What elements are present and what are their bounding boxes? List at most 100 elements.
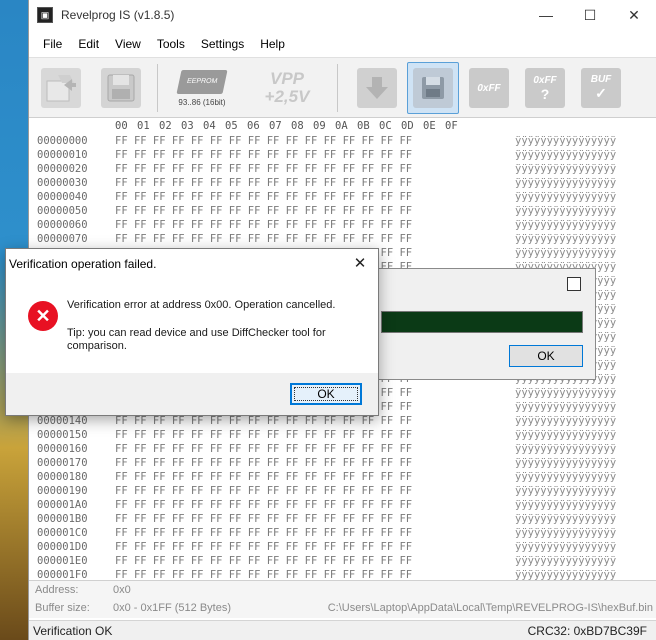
hex-row[interactable]: 00000020 FF FF FF FF FF FF FF FF FF FF FF… — [29, 162, 656, 176]
hex-row[interactable]: 00000070 FF FF FF FF FF FF FF FF FF FF FF… — [29, 232, 656, 246]
hex-row-ascii[interactable]: ÿÿÿÿÿÿÿÿÿÿÿÿÿÿÿÿ — [515, 386, 616, 400]
hex-row-ascii[interactable]: ÿÿÿÿÿÿÿÿÿÿÿÿÿÿÿÿ — [515, 484, 616, 498]
read-device-button[interactable] — [351, 62, 403, 114]
hex-column-label: 0B — [357, 120, 370, 132]
hex-column-header: 00 01 02 03 04 05 06 07 08 09 0A 0B 0C 0D 0E 0F — [29, 118, 656, 134]
hex-row-ascii[interactable]: ÿÿÿÿÿÿÿÿÿÿÿÿÿÿÿÿ — [515, 554, 616, 568]
toolbar: EEPROM 93..86 (16bit) VPP +2,5V 0xFF 0xF… — [29, 58, 656, 174]
hex-row-ascii[interactable]: ÿÿÿÿÿÿÿÿÿÿÿÿÿÿÿÿ — [515, 512, 616, 526]
hex-row-ascii[interactable]: ÿÿÿÿÿÿÿÿÿÿÿÿÿÿÿÿ — [515, 204, 616, 218]
hex-row-bytes[interactable]: FF FF FF FF FF FF FF FF FF FF FF FF FF F… — [115, 218, 515, 232]
hex-row-bytes[interactable]: FF FF FF FF FF FF FF FF FF FF FF FF FF F… — [115, 512, 515, 526]
hex-row-bytes[interactable]: FF FF FF FF FF FF FF FF FF FF FF FF FF F… — [115, 176, 515, 190]
hex-row-ascii[interactable]: ÿÿÿÿÿÿÿÿÿÿÿÿÿÿÿÿ — [515, 470, 616, 484]
hex-row-bytes[interactable]: FF FF FF FF FF FF FF FF FF FF FF FF FF F… — [115, 456, 515, 470]
hex-row-ascii[interactable]: ÿÿÿÿÿÿÿÿÿÿÿÿÿÿÿÿ — [515, 498, 616, 512]
hex-row-ascii[interactable]: ÿÿÿÿÿÿÿÿÿÿÿÿÿÿÿÿ — [515, 176, 616, 190]
hex-row[interactable]: 00000000 FF FF FF FF FF FF FF FF FF FF FF… — [29, 134, 656, 148]
hex-row-ascii[interactable]: ÿÿÿÿÿÿÿÿÿÿÿÿÿÿÿÿ — [515, 134, 616, 148]
error-ok-button[interactable]: OK — [290, 383, 362, 405]
hex-row-bytes[interactable]: FF FF FF FF FF FF FF FF FF FF FF FF FF F… — [115, 190, 515, 204]
hex-row-bytes[interactable]: FF FF FF FF FF FF FF FF FF FF FF FF FF F… — [115, 134, 515, 148]
hex-row-ascii[interactable]: ÿÿÿÿÿÿÿÿÿÿÿÿÿÿÿÿ — [515, 414, 616, 428]
hex-row[interactable]: 00000170 FF FF FF FF FF FF FF FF FF FF FF… — [29, 456, 656, 470]
hex-row[interactable]: 00000040 FF FF FF FF FF FF FF FF FF FF FF… — [29, 190, 656, 204]
hex-row-ascii[interactable]: ÿÿÿÿÿÿÿÿÿÿÿÿÿÿÿÿ — [515, 246, 616, 260]
hex-row-address: 00000050 — [37, 205, 88, 217]
hex-row-ascii[interactable]: ÿÿÿÿÿÿÿÿÿÿÿÿÿÿÿÿ — [515, 428, 616, 442]
progress-ok-button[interactable]: OK — [509, 345, 583, 367]
hex-row-bytes[interactable]: FF FF FF FF FF FF FF FF FF FF FF FF FF F… — [115, 428, 515, 442]
blank-check-button[interactable]: 0xFF ? — [519, 62, 571, 114]
hex-row-bytes[interactable]: FF FF FF FF FF FF FF FF FF FF FF FF FF F… — [115, 498, 515, 512]
hex-row-bytes[interactable]: FF FF FF FF FF FF FF FF FF FF FF FF FF F… — [115, 148, 515, 162]
hex-row[interactable]: 000001D0 FF FF FF FF FF FF FF FF FF FF FF… — [29, 540, 656, 554]
progress-checkbox[interactable] — [567, 277, 581, 291]
hex-row-address: 000001D0 — [37, 541, 88, 553]
open-file-button[interactable] — [35, 62, 87, 114]
hex-row[interactable]: 000001F0 FF FF FF FF FF FF FF FF FF FF FF… — [29, 568, 656, 580]
hex-row-ascii[interactable]: ÿÿÿÿÿÿÿÿÿÿÿÿÿÿÿÿ — [515, 218, 616, 232]
hex-row[interactable]: 000001E0 FF FF FF FF FF FF FF FF FF FF FF… — [29, 554, 656, 568]
chip-select-button[interactable]: EEPROM 93..86 (16bit) — [165, 62, 239, 114]
hex-row-bytes[interactable]: FF FF FF FF FF FF FF FF FF FF FF FF FF F… — [115, 162, 515, 176]
title-bar: ▣ Revelprog IS (v1.8.5) — ☐ ✕ — [29, 0, 656, 30]
hex-row-ascii[interactable]: ÿÿÿÿÿÿÿÿÿÿÿÿÿÿÿÿ — [515, 568, 616, 580]
hex-row-ascii[interactable]: ÿÿÿÿÿÿÿÿÿÿÿÿÿÿÿÿ — [515, 456, 616, 470]
hex-row-address: 000001C0 — [37, 527, 88, 539]
hex-row-bytes[interactable]: FF FF FF FF FF FF FF FF FF FF FF FF FF F… — [115, 540, 515, 554]
hex-row[interactable]: 00000180 FF FF FF FF FF FF FF FF FF FF FF… — [29, 470, 656, 484]
menu-view[interactable]: View — [107, 37, 149, 51]
hex-column-label: 07 — [269, 120, 282, 132]
hex-row-ascii[interactable]: ÿÿÿÿÿÿÿÿÿÿÿÿÿÿÿÿ — [515, 540, 616, 554]
erase-device-button[interactable]: 0xFF — [463, 62, 515, 114]
hex-row-bytes[interactable]: FF FF FF FF FF FF FF FF FF FF FF FF FF F… — [115, 204, 515, 218]
hex-row-ascii[interactable]: ÿÿÿÿÿÿÿÿÿÿÿÿÿÿÿÿ — [515, 148, 616, 162]
hex-row-ascii[interactable]: ÿÿÿÿÿÿÿÿÿÿÿÿÿÿÿÿ — [515, 190, 616, 204]
hex-row[interactable]: 00000030 FF FF FF FF FF FF FF FF FF FF FF… — [29, 176, 656, 190]
minimize-button[interactable]: — — [524, 0, 568, 30]
menu-file[interactable]: File — [35, 37, 70, 51]
hex-row-bytes[interactable]: FF FF FF FF FF FF FF FF FF FF FF FF FF F… — [115, 484, 515, 498]
hex-row-ascii[interactable]: ÿÿÿÿÿÿÿÿÿÿÿÿÿÿÿÿ — [515, 232, 616, 246]
hex-row[interactable]: 00000160 FF FF FF FF FF FF FF FF FF FF FF… — [29, 442, 656, 456]
verify-device-button[interactable] — [407, 62, 459, 114]
menu-help[interactable]: Help — [252, 37, 293, 51]
hex-row[interactable]: 000001B0 FF FF FF FF FF FF FF FF FF FF FF… — [29, 512, 656, 526]
hex-row-ascii[interactable]: ÿÿÿÿÿÿÿÿÿÿÿÿÿÿÿÿ — [515, 400, 616, 414]
hex-row-ascii[interactable]: ÿÿÿÿÿÿÿÿÿÿÿÿÿÿÿÿ — [515, 442, 616, 456]
hex-column-label: 03 — [181, 120, 194, 132]
hex-column-label: 04 — [203, 120, 216, 132]
error-dialog-close-button[interactable]: ✕ — [348, 249, 372, 279]
hex-row-bytes[interactable]: FF FF FF FF FF FF FF FF FF FF FF FF FF F… — [115, 526, 515, 540]
hex-row[interactable]: 00000050 FF FF FF FF FF FF FF FF FF FF FF… — [29, 204, 656, 218]
hex-row[interactable]: 00000150 FF FF FF FF FF FF FF FF FF FF FF… — [29, 428, 656, 442]
error-tip: Tip: you can read device and use DiffChe… — [67, 327, 326, 352]
hex-row-ascii[interactable]: ÿÿÿÿÿÿÿÿÿÿÿÿÿÿÿÿ — [515, 526, 616, 540]
buffer-check-button[interactable]: BUF ✓ — [575, 62, 627, 114]
menu-bar: File Edit View Tools Settings Help — [29, 30, 656, 58]
hex-row-bytes[interactable]: FF FF FF FF FF FF FF FF FF FF FF FF FF F… — [115, 414, 515, 428]
hex-row-bytes[interactable]: FF FF FF FF FF FF FF FF FF FF FF FF FF F… — [115, 470, 515, 484]
vpp-select-button[interactable]: VPP +2,5V — [247, 62, 327, 114]
hex-row[interactable]: 00000060 FF FF FF FF FF FF FF FF FF FF FF… — [29, 218, 656, 232]
close-button[interactable]: ✕ — [612, 0, 656, 30]
hex-row-ascii[interactable]: ÿÿÿÿÿÿÿÿÿÿÿÿÿÿÿÿ — [515, 162, 616, 176]
hex-row-bytes[interactable]: FF FF FF FF FF FF FF FF FF FF FF FF FF F… — [115, 568, 515, 580]
maximize-button[interactable]: ☐ — [568, 0, 612, 30]
hex-row-bytes[interactable]: FF FF FF FF FF FF FF FF FF FF FF FF FF F… — [115, 554, 515, 568]
hex-row[interactable]: 00000190 FF FF FF FF FF FF FF FF FF FF FF… — [29, 484, 656, 498]
blank-label: 0xFF — [533, 74, 557, 86]
hex-row[interactable]: 00000140 FF FF FF FF FF FF FF FF FF FF FF… — [29, 414, 656, 428]
hex-row-address: 000001F0 — [37, 569, 88, 580]
menu-settings[interactable]: Settings — [193, 37, 252, 51]
menu-edit[interactable]: Edit — [70, 37, 107, 51]
save-file-button[interactable] — [95, 62, 147, 114]
hex-column-label: 02 — [159, 120, 172, 132]
hex-row[interactable]: 000001C0 FF FF FF FF FF FF FF FF FF FF FF… — [29, 526, 656, 540]
hex-row-bytes[interactable]: FF FF FF FF FF FF FF FF FF FF FF FF FF F… — [115, 442, 515, 456]
hex-row[interactable]: 00000010 FF FF FF FF FF FF FF FF FF FF FF… — [29, 148, 656, 162]
menu-tools[interactable]: Tools — [149, 37, 193, 51]
hex-row[interactable]: 000001A0 FF FF FF FF FF FF FF FF FF FF FF… — [29, 498, 656, 512]
hex-row-bytes[interactable]: FF FF FF FF FF FF FF FF FF FF FF FF FF F… — [115, 232, 515, 246]
